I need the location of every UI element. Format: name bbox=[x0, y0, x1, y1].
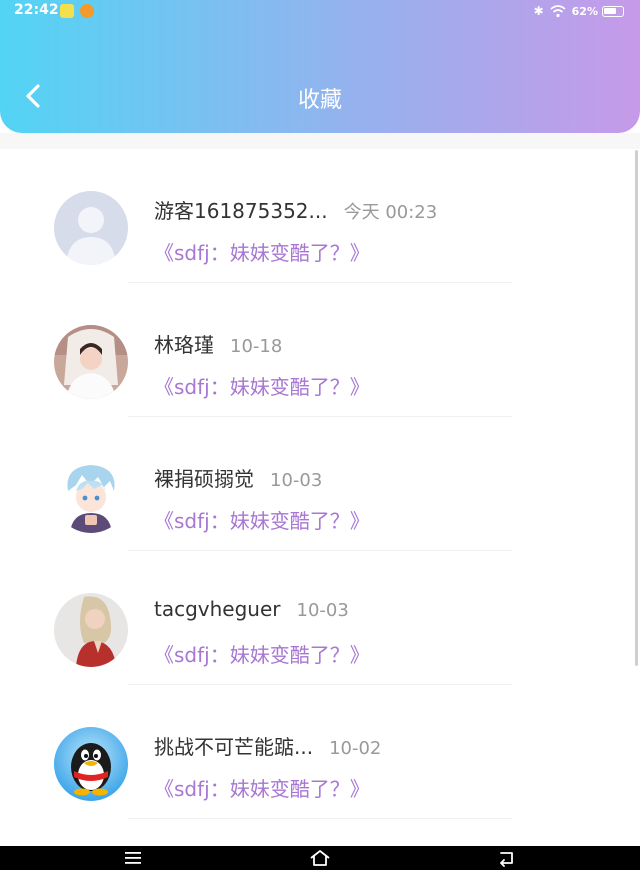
favorite-title-link[interactable]: 《sdfj：妹妹变酷了？》 bbox=[154, 237, 370, 266]
favorite-title-link[interactable]: 《sdfj：妹妹变酷了？》 bbox=[154, 773, 370, 802]
user-name: tacgvheguer bbox=[154, 597, 281, 621]
list-item[interactable]: tacgvheguer 10-03 《sdfj：妹妹变酷了？》 bbox=[0, 551, 640, 685]
scrollbar-thumb[interactable] bbox=[635, 150, 638, 666]
menu-button[interactable] bbox=[123, 849, 143, 867]
timestamp: 10-02 bbox=[329, 738, 382, 759]
timestamp: 10-18 bbox=[230, 336, 283, 357]
qq-penguin-icon bbox=[54, 727, 128, 801]
favorite-title-link[interactable]: 《sdfj：妹妹变酷了？》 bbox=[154, 639, 370, 668]
navigation-bar bbox=[0, 846, 640, 870]
favorite-title-link[interactable]: 《sdfj：妹妹变酷了？》 bbox=[154, 505, 370, 534]
list-item[interactable]: 林珞瑾 10-18 《sdfj：妹妹变酷了？》 bbox=[0, 283, 640, 417]
timestamp: 今天 00:23 bbox=[343, 202, 438, 223]
notification-app-icon bbox=[80, 4, 94, 18]
woman-photo-icon bbox=[54, 593, 128, 667]
anime-boy-icon bbox=[54, 459, 128, 533]
back-nav-button[interactable] bbox=[497, 849, 517, 867]
favorites-list: 游客161875352... 今天 00:23 《sdfj：妹妹变酷了？》 林珞… bbox=[0, 149, 640, 819]
list-item[interactable]: 裸捐硕搦觉 10-03 《sdfj：妹妹变酷了？》 bbox=[0, 417, 640, 551]
header: 22:42 ✱ 62% 收藏 bbox=[0, 0, 640, 133]
timestamp: 10-03 bbox=[270, 470, 323, 491]
user-name: 裸捐硕搦觉 bbox=[154, 467, 254, 491]
bride-photo-icon bbox=[54, 325, 128, 399]
timestamp: 10-03 bbox=[296, 600, 349, 621]
list-item[interactable]: 游客161875352... 今天 00:23 《sdfj：妹妹变酷了？》 bbox=[0, 149, 640, 283]
status-time: 22:42 bbox=[14, 2, 59, 18]
default-avatar-icon bbox=[54, 191, 128, 265]
home-icon bbox=[310, 850, 330, 866]
avatar bbox=[54, 727, 128, 801]
avatar bbox=[54, 325, 128, 399]
menu-icon bbox=[125, 852, 141, 864]
notification-app-icon bbox=[60, 4, 74, 18]
user-name: 林珞瑾 bbox=[154, 333, 214, 357]
list-item[interactable]: 挑战不可芒能踮... 10-02 《sdfj：妹妹变酷了？》 bbox=[0, 685, 640, 819]
wifi-icon bbox=[550, 5, 566, 18]
avatar bbox=[54, 191, 128, 265]
page-title: 收藏 bbox=[297, 88, 342, 113]
bluetooth-icon: ✱ bbox=[533, 4, 544, 18]
favorite-title-link[interactable]: 《sdfj：妹妹变酷了？》 bbox=[154, 371, 370, 400]
status-bar: 22:42 ✱ 62% bbox=[0, 0, 640, 24]
battery-icon bbox=[602, 5, 624, 17]
section-gap bbox=[0, 133, 640, 149]
divider bbox=[128, 818, 512, 819]
home-button[interactable] bbox=[309, 849, 330, 867]
user-name: 挑战不可芒能踮... bbox=[154, 735, 314, 759]
avatar bbox=[54, 459, 128, 533]
return-icon bbox=[500, 852, 513, 867]
avatar bbox=[54, 593, 128, 667]
user-name: 游客161875352... bbox=[154, 199, 328, 223]
battery-percent: 62% bbox=[571, 4, 598, 18]
